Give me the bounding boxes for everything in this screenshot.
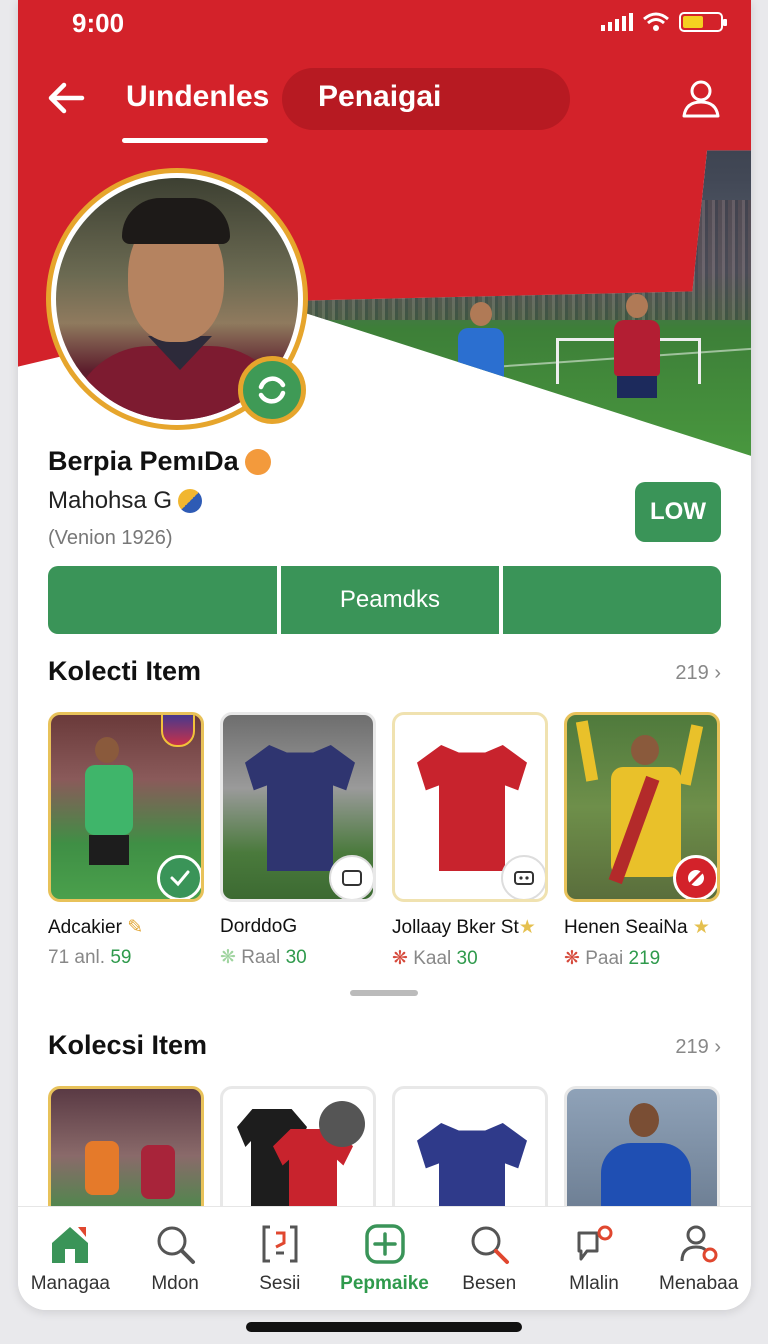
nav-item-create[interactable]: Pepmaike	[332, 1207, 437, 1310]
chevron-right-icon: ›	[708, 662, 721, 684]
tab-2[interactable]: Penaigai	[318, 80, 441, 114]
card-price: 219	[628, 948, 661, 969]
card-title: Adcakier	[48, 917, 122, 938]
refresh-icon	[258, 376, 286, 404]
collection-icon	[262, 1225, 298, 1263]
player-blue	[458, 302, 504, 406]
back-button[interactable]	[44, 76, 88, 120]
flower-badge-icon	[244, 448, 271, 475]
collection-card[interactable]	[48, 1086, 204, 1226]
section-title: Kolecsi Item	[48, 1030, 208, 1060]
sparkle-icon: ❋	[564, 948, 580, 969]
action-button-1[interactable]	[48, 566, 277, 634]
section-title: Kolecti Item	[48, 656, 202, 686]
club-crest-icon	[161, 715, 195, 747]
profile-icon	[680, 1225, 718, 1263]
ticket-icon	[514, 871, 534, 885]
card-title: Henen SeaiNa	[564, 917, 688, 938]
signal-icon	[601, 13, 633, 31]
blocked-icon	[688, 870, 704, 886]
collection-card[interactable]: DorddoG ❋ Raal 30	[220, 712, 376, 970]
collection-card[interactable]: Adcakier ✎ 71 anl. 59	[48, 712, 204, 970]
follow-button[interactable]: LOW	[635, 482, 721, 542]
notification-icon	[577, 1225, 613, 1261]
chevron-right-icon: ›	[708, 1036, 721, 1058]
collection-card[interactable]: Henen SeaiNa ★ ❋ Paai 219	[564, 712, 720, 970]
club-badge-icon	[178, 489, 203, 513]
card-image	[48, 1086, 204, 1226]
collection-row	[48, 1086, 721, 1226]
check-badge	[157, 855, 201, 899]
nav-item-browse[interactable]: Besen	[437, 1207, 542, 1310]
tab-1[interactable]: Uındenles	[126, 80, 269, 114]
add-icon	[364, 1224, 405, 1264]
player-red	[614, 294, 660, 398]
section-count-link[interactable]: 219 ›	[675, 662, 721, 685]
wifi-icon	[643, 12, 669, 31]
section-count-link[interactable]: 219 ›	[675, 1036, 721, 1059]
ball-icon	[319, 1101, 365, 1147]
action-button-3[interactable]	[502, 566, 721, 634]
sparkle-icon: ❋	[220, 947, 236, 968]
status-time: 9:00	[72, 8, 125, 38]
status-bar: 9:00	[18, 0, 751, 48]
collection-card[interactable]	[392, 1086, 548, 1226]
frame-badge	[329, 855, 373, 899]
hide-badge	[673, 855, 717, 899]
collection-card[interactable]: Jollaay Bker St★ ❋ Kaal 30	[392, 712, 548, 970]
action-bar: Peamdks	[48, 566, 721, 634]
battery-icon	[679, 12, 727, 32]
card-image	[564, 712, 720, 902]
home-indicator[interactable]	[246, 1322, 522, 1332]
card-image	[564, 1086, 720, 1226]
card-price: 30	[285, 947, 307, 968]
tag-badge	[501, 855, 545, 899]
card-image	[220, 712, 376, 902]
card-image	[392, 712, 548, 902]
tab-active-indicator	[122, 138, 268, 143]
nav-item-notifications[interactable]: Mlalin	[542, 1207, 647, 1310]
square-icon	[342, 870, 362, 886]
search-icon	[471, 1226, 510, 1264]
profile-button[interactable]	[681, 78, 721, 120]
nav-item-search[interactable]: Mdon	[123, 1207, 228, 1310]
sparkle-icon: ❋	[392, 948, 408, 969]
collection-row: Adcakier ✎ 71 anl. 59 DorddoG ❋ Raal 30 …	[48, 712, 721, 970]
card-title: Jollaay Bker St	[392, 917, 519, 938]
check-icon	[170, 870, 190, 887]
drag-handle[interactable]	[350, 990, 418, 996]
user-outline-icon	[682, 80, 720, 118]
sync-badge[interactable]	[238, 356, 306, 424]
card-price: 30	[456, 948, 478, 969]
pencil-icon: ✎	[127, 917, 144, 938]
star-icon: ★	[692, 917, 710, 938]
action-button-2[interactable]: Peamdks	[280, 566, 499, 634]
card-price: 59	[110, 947, 132, 968]
card-title: DorddoG	[220, 916, 298, 937]
search-icon	[157, 1226, 196, 1264]
card-image	[392, 1086, 548, 1226]
profile-meta: (Venion 1926)	[48, 527, 173, 549]
home-icon	[52, 1227, 89, 1263]
profile-subname: Mahohsa G	[48, 487, 173, 514]
app-frame: 9:00 Uındenles Penaigai Berpia PemıDa Ma…	[18, 0, 751, 1310]
collection-card[interactable]	[564, 1086, 720, 1226]
collection-card[interactable]	[220, 1086, 376, 1226]
arrow-left-icon	[48, 82, 85, 114]
card-image	[220, 1086, 376, 1226]
top-navigation: Uındenles Penaigai	[18, 64, 751, 144]
nav-item-profile[interactable]: Menabaa	[646, 1207, 751, 1310]
profile-name: Berpia PemıDa	[48, 446, 239, 476]
nav-item-collection[interactable]: Sesii	[227, 1207, 332, 1310]
bottom-navigation: Managaa Mdon Sesii Pepmaike Besen Mlalin…	[18, 1206, 751, 1310]
nav-item-home[interactable]: Managaa	[18, 1207, 123, 1310]
card-image	[48, 712, 204, 902]
profile-info: Berpia PemıDa Mahohsa G (Venion 1926)	[48, 446, 271, 550]
star-icon: ★	[518, 917, 536, 938]
